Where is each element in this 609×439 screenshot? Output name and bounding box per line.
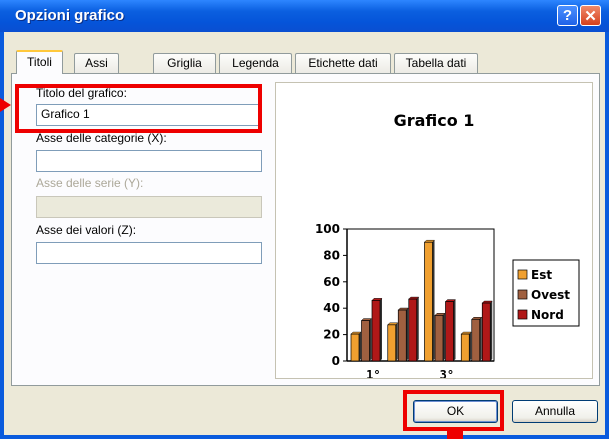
close-icon: ✕ [584,7,597,25]
bar [424,241,433,362]
y-tick-label: 20 [323,328,340,342]
category-axis-input[interactable] [36,150,262,172]
arrow-down-icon [447,428,463,439]
legend-swatch [517,289,528,300]
series-axis-label: Asse delle serie (Y): [36,176,144,190]
bar [387,324,397,362]
help-icon: ? [562,7,573,24]
y-tick-label: 0 [332,354,340,368]
tab-tabella-dati[interactable]: Tabella dati [394,53,478,73]
y-tick-label: 80 [323,248,340,262]
bar [350,333,360,362]
bar [471,318,481,362]
chart-options-dialog: Opzioni grafico ? ✕ Titoli Assi Griglia … [0,0,609,439]
legend-label: Nord [531,308,564,322]
legend-label: Ovest [531,288,570,302]
series-axis-input [36,196,262,218]
chart-plot: 0204060801001°Trim.3°Trim.EstOvestNord [315,222,580,378]
value-axis-label: Asse dei valori (Z): [36,223,137,237]
x-tick-label: 3° [440,368,454,378]
y-tick-label: 100 [315,222,340,236]
tab-legenda[interactable]: Legenda [219,53,292,73]
highlight-chart-title-field [15,84,262,133]
title-bar[interactable]: Opzioni grafico ? ✕ [0,0,609,32]
tab-griglia[interactable]: Griglia [153,53,216,73]
arrow-pointer-icon [0,98,11,112]
y-tick-label: 60 [323,275,340,289]
bar [445,301,454,362]
tab-etichette-dati[interactable]: Etichette dati [295,53,391,73]
legend-swatch [517,269,528,280]
x-tick-label: 1° [366,368,380,378]
y-tick-label: 40 [323,301,340,315]
highlight-ok-button [403,390,504,431]
close-button[interactable]: ✕ [580,5,601,26]
value-axis-input[interactable] [36,242,262,264]
legend-label: Est [531,268,552,282]
help-button[interactable]: ? [557,5,578,26]
bar [397,309,407,362]
bar [408,298,418,362]
window-title: Opzioni grafico [15,7,125,24]
bar [460,333,470,362]
cancel-button[interactable]: Annulla [512,400,598,423]
legend-swatch [517,309,528,320]
tab-titoli[interactable]: Titoli [16,50,63,74]
tab-assi[interactable]: Assi [74,53,119,73]
bar [481,302,491,362]
bar [371,300,381,362]
chart-preview: Grafico 1 0204060801001°Trim.3°Trim.EstO… [275,82,593,379]
bar [361,320,370,362]
category-axis-label: Asse delle categorie (X): [36,131,167,145]
bar [434,314,444,362]
